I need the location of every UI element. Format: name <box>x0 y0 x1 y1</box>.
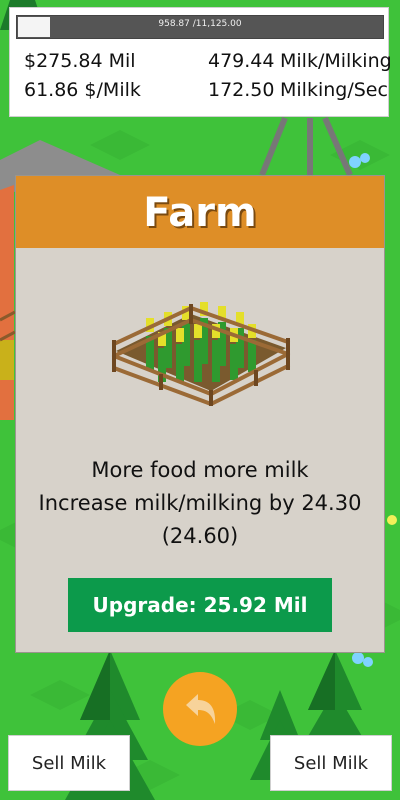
money-amount: $275.84 Mil <box>24 50 136 72</box>
milk-per-milking-label: Milk/Milking <box>280 50 392 72</box>
milking-per-sec-label: Milking/Sec <box>280 79 388 101</box>
milking-per-sec-value: 172.50 <box>208 79 275 101</box>
upgrade-button[interactable]: Upgrade: 25.92 Mil <box>68 578 332 632</box>
panel-header: Farm <box>16 176 384 248</box>
milk-progress-bar: 958.87 /11,125.00 <box>16 15 384 39</box>
milk-per-milking-value: 479.44 <box>208 50 275 72</box>
stats-hud: 958.87 /11,125.00 $275.84 Mil 61.86 $/Mi… <box>9 7 392 117</box>
upgrade-effect: Increase milk/milking by 24.30 <box>38 491 362 515</box>
progress-text: 958.87 /11,125.00 <box>158 19 242 29</box>
farm-field-icon <box>112 302 290 406</box>
upgrade-description: More food more milk <box>91 458 309 482</box>
sell-milk-button-right[interactable]: Sell Milk <box>270 735 392 791</box>
upgrade-panel: Farm More food more milk Increase milk/m… <box>15 175 385 653</box>
upgrade-next-value: (24.60) <box>161 524 239 548</box>
sell-milk-button-left[interactable]: Sell Milk <box>8 735 130 791</box>
back-arrow-icon <box>186 694 216 724</box>
panel-title: Farm <box>143 190 257 236</box>
back-button[interactable] <box>163 672 237 746</box>
milk-price: 61.86 $/Milk <box>24 79 141 101</box>
